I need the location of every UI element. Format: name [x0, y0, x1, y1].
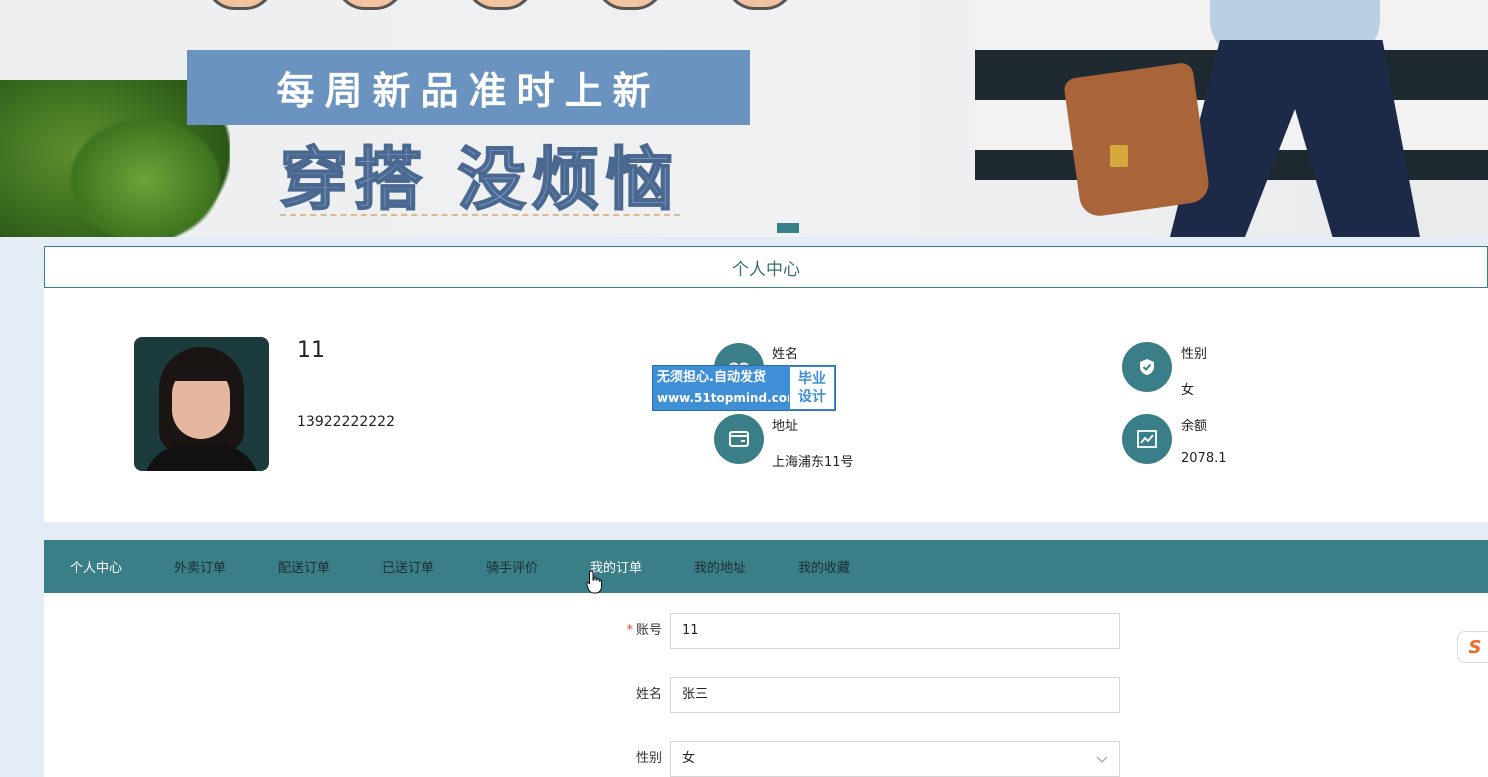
account-input[interactable]: 11 — [670, 613, 1120, 649]
gender-select-value: 女 — [682, 751, 696, 766]
watermark-tag: 毕业 设计 — [789, 366, 835, 410]
info-name-label: 姓名 — [772, 347, 799, 362]
profile-name: 11 — [297, 338, 325, 363]
hand-cursor-icon — [586, 570, 602, 594]
avatar-fringe — [170, 359, 232, 381]
watermark-text: 无须担心.自动发货 www.51topmind.com — [653, 366, 800, 410]
info-address-label: 地址 — [772, 419, 799, 434]
banner-handbag — [1062, 61, 1212, 219]
carousel-indicator[interactable] — [777, 223, 799, 233]
banner-shoes-decoration — [150, 0, 850, 25]
avatar — [134, 337, 269, 471]
info-gender-value: 女 — [1181, 383, 1195, 398]
nav-item-delivered-orders[interactable]: 已送订单 — [356, 557, 460, 576]
watermark-line1: 无须担心.自动发货 — [657, 370, 766, 385]
watermark-tag-line2: 设计 — [798, 389, 826, 405]
shield-check-icon — [1122, 342, 1172, 392]
gender-select[interactable]: 女 — [670, 741, 1120, 777]
banner-plant-leaves — [60, 110, 230, 237]
nav-item-my-address[interactable]: 我的地址 — [668, 557, 772, 576]
side-floating-widget[interactable]: S — [1457, 631, 1488, 663]
nav-item-profile[interactable]: 个人中心 — [44, 557, 148, 576]
watermark-url: www.51topmind.com — [657, 391, 800, 405]
info-balance-label: 余额 — [1181, 419, 1208, 434]
wallet-icon — [714, 414, 764, 464]
account-label-text: 账号 — [635, 623, 662, 638]
form-row-account: * 账号 11 — [44, 613, 1488, 649]
info-gender-label: 性别 — [1181, 347, 1208, 362]
form-row-gender: 性别 女 — [44, 741, 1488, 777]
nav-item-my-favorites[interactable]: 我的收藏 — [772, 557, 876, 576]
banner-handbag-clasp — [1110, 145, 1128, 167]
profile-form: * 账号 11 姓名 张三 性别 女 — [44, 593, 1488, 777]
watermark-badge: 无须担心.自动发货 www.51topmind.com 毕业 设计 — [652, 365, 836, 411]
user-nav-bar: 个人中心 外卖订单 配送订单 已送订单 骑手评价 我的订单 我的地址 我的收藏 — [44, 540, 1488, 593]
name-label: 姓名 — [635, 687, 662, 702]
nav-item-rider-reviews[interactable]: 骑手评价 — [460, 557, 564, 576]
avatar-shirt — [144, 445, 259, 471]
banner-slogan-top: 每周新品准时上新 — [187, 50, 750, 125]
nav-item-my-orders[interactable]: 我的订单 — [564, 557, 668, 576]
chart-icon — [1122, 414, 1172, 464]
account-label: * 账号 — [626, 613, 662, 649]
required-mark: * — [626, 623, 633, 638]
info-address-value: 上海浦东11号 — [772, 455, 854, 470]
chevron-down-icon — [1096, 756, 1108, 763]
name-input[interactable]: 张三 — [670, 677, 1120, 713]
nav-item-takeout-orders[interactable]: 外卖订单 — [148, 557, 252, 576]
profile-phone: 13922222222 — [297, 414, 395, 430]
section-title: 个人中心 — [44, 246, 1488, 288]
gender-label: 性别 — [635, 751, 662, 766]
form-row-name: 姓名 张三 — [44, 677, 1488, 713]
info-balance-value: 2078.1 — [1181, 451, 1227, 466]
banner-slogan-main: 穿搭 没烦恼 — [279, 140, 680, 221]
nav-item-delivery-orders[interactable]: 配送订单 — [252, 557, 356, 576]
hero-banner: 每周新品准时上新 穿搭 没烦恼 — [0, 0, 1488, 237]
watermark-tag-line1: 毕业 — [798, 371, 826, 387]
banner-divider — [280, 214, 680, 216]
